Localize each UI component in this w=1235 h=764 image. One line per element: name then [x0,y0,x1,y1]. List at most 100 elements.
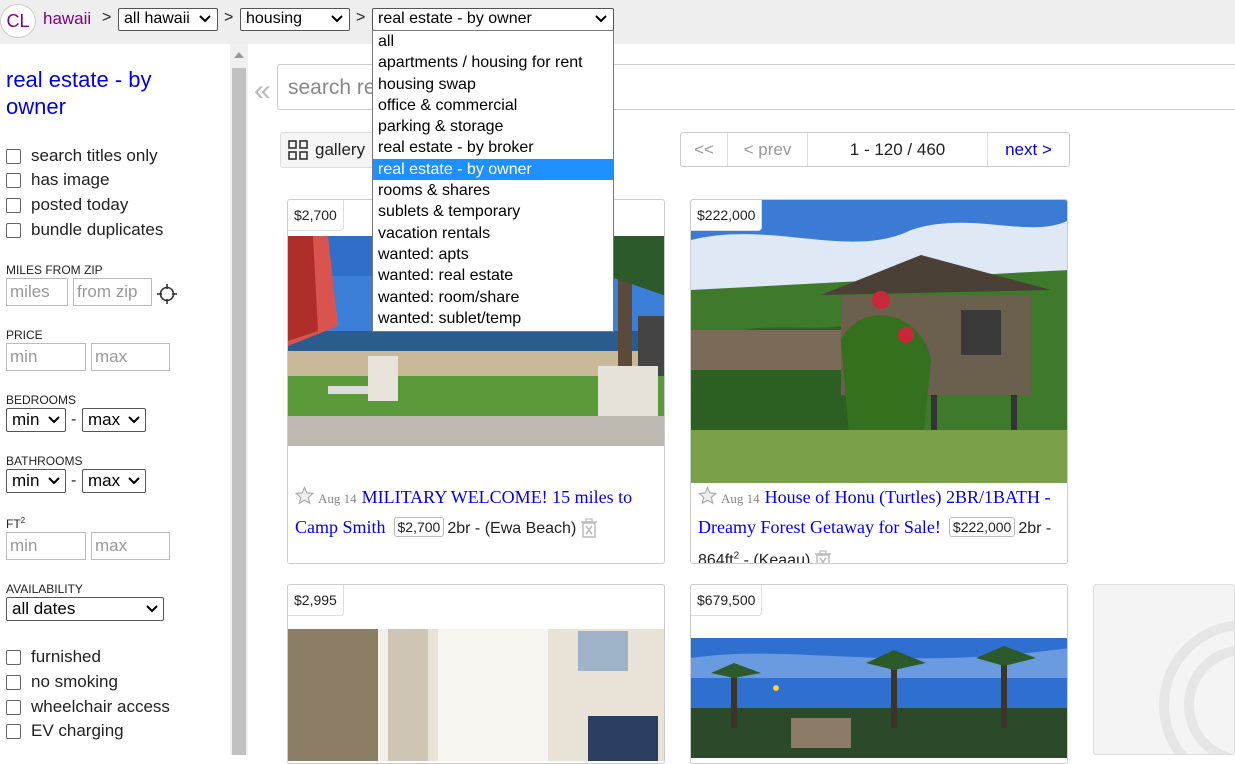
checkbox[interactable] [6,699,21,715]
filter-ev-charging[interactable]: EV charging [6,720,124,742]
trash-hide-icon[interactable] [580,518,598,538]
listing-photo[interactable] [691,200,1067,483]
category-select[interactable]: real estate - by owner [372,8,614,31]
pager-prev-button[interactable]: < prev [728,133,808,166]
listing-card[interactable]: $679,500 [690,584,1068,764]
checkbox-label: search titles only [31,146,158,165]
dropdown-option-office-commercial[interactable]: office & commercial [373,95,613,116]
dropdown-option-wanted-apts[interactable]: wanted: apts [373,244,613,265]
grid-icon [288,140,308,160]
dropdown-option-real-estate-broker[interactable]: real estate - by broker [373,137,613,158]
bathrooms-min-select[interactable]: min [6,469,66,493]
dropdown-option-rooms-shares[interactable]: rooms & shares [373,180,613,201]
bedrooms-label: BEDROOMS [6,393,77,407]
gallery-view-button[interactable]: gallery [280,132,375,168]
filter-bundle-duplicates[interactable]: bundle duplicates [6,219,163,241]
price-tag: $2,995 [288,585,344,616]
zip-input[interactable]: from zip [73,278,152,306]
dropdown-option-apartments[interactable]: apartments / housing for rent [373,52,613,73]
section-select[interactable]: housing [240,8,350,31]
availability-label: AVAILABILITY [6,582,83,596]
dropdown-option-real-estate-owner[interactable]: real estate - by owner [373,158,613,181]
miles-from-zip-label: MILES FROM ZIP [6,263,103,277]
dropdown-option-vacation-rentals[interactable]: vacation rentals [373,223,613,244]
filter-no-smoking[interactable]: no smoking [6,671,118,693]
dropdown-option-sublets-temporary[interactable]: sublets & temporary [373,201,613,222]
dropdown-option-wanted-real-estate[interactable]: wanted: real estate [373,265,613,286]
checkbox[interactable] [6,674,21,690]
filter-posted-today[interactable]: posted today [6,194,128,216]
category-select-value: real estate - by owner [378,10,532,27]
scroll-up-arrow-icon[interactable] [234,52,244,58]
listing-card[interactable]: $222,000 Aug 14 House of Honu (Turtles) 2… [690,199,1068,564]
checkbox-label: furnished [31,647,101,666]
header-bar: CL hawaii > all hawaii > housing > real … [0,0,1235,44]
pager-next-button[interactable]: next > [988,133,1069,166]
crosshair-icon[interactable] [157,284,177,304]
pager-first-button[interactable]: << [681,133,728,166]
dropdown-option-all[interactable]: all [373,31,613,52]
filter-search-titles-only[interactable]: search titles only [6,145,158,167]
sqft-label-text: FT [6,517,21,531]
dropdown-option-housing-swap[interactable]: housing swap [373,74,613,95]
listing-photo[interactable] [691,638,1067,758]
checkbox-label: no smoking [31,672,118,691]
price-tag: $222,000 [691,200,763,231]
trash-hide-icon[interactable] [814,550,832,564]
dropdown-option-parking-storage[interactable]: parking & storage [373,116,613,137]
checkbox[interactable] [6,172,21,188]
chevron-down-icon [199,15,211,23]
bedrooms-min-select[interactable]: min [6,408,66,432]
range-dash: - [71,472,77,489]
sqft-min-input[interactable]: min [6,532,86,560]
filter-wheelchair-access[interactable]: wheelchair access [6,696,170,718]
dropdown-option-wanted-room-share[interactable]: wanted: room/share [373,287,613,308]
listing-date: Aug 14 [318,491,357,506]
sidebar-scrollbar[interactable] [230,44,248,755]
listing-housing: 2br - (Ewa Beach) [447,520,577,537]
miles-input[interactable]: miles [6,278,68,306]
checkbox-label: has image [31,170,110,189]
scrollbar-thumb[interactable] [232,68,246,755]
checkbox[interactable] [6,723,21,739]
dropdown-option-wanted-sublet-temp[interactable]: wanted: sublet/temp [373,308,613,329]
listing-card-partial[interactable] [1093,584,1235,755]
checkbox-label: bundle duplicates [31,220,164,239]
star-favorite-icon[interactable] [698,486,717,505]
chevron-down-icon [128,477,140,485]
pager-range: 1 - 120 / 460 [808,133,988,166]
pagination: << < prev 1 - 120 / 460 next > [680,132,1070,167]
area-select[interactable]: all hawaii [118,8,218,31]
sqft-label: FT2 [6,516,25,531]
checkbox[interactable] [6,197,21,213]
chevron-down-icon [48,416,60,424]
section-select-value: housing [246,10,303,27]
filter-has-image[interactable]: has image [6,169,109,191]
listing-meta: Aug 14 House of Honu (Turtles) 2BR/1BATH … [698,483,1063,564]
listing-photo[interactable] [288,621,664,761]
bathrooms-max-select[interactable]: max [82,469,146,493]
checkbox[interactable] [6,222,21,238]
listing-date: Aug 14 [721,491,760,506]
breadcrumb-site-link[interactable]: hawaii [43,9,91,29]
availability-select[interactable]: all dates [6,597,164,621]
price-min-input[interactable]: min [6,343,86,371]
chevron-down-icon [595,15,607,23]
craigslist-logo[interactable]: CL [0,4,36,38]
star-favorite-icon[interactable] [295,486,314,505]
filter-furnished[interactable]: furnished [6,646,101,668]
price-tag: $679,500 [691,585,763,616]
area-select-value: all hawaii [124,10,190,27]
bedrooms-max-select[interactable]: max [82,408,146,432]
collapse-sidebar-icon[interactable]: « [254,74,271,108]
bathrooms-label: BATHROOMS [6,454,83,468]
price-label: PRICE [6,328,43,342]
select-value: all dates [12,599,76,618]
sqft-max-input[interactable]: max [91,532,170,560]
price-max-input[interactable]: max [91,343,170,371]
listing-card[interactable]: $2,995 [287,584,665,764]
select-value: max [88,410,121,429]
checkbox[interactable] [6,148,21,164]
checkbox[interactable] [6,649,21,665]
gallery-label: gallery [315,140,366,159]
